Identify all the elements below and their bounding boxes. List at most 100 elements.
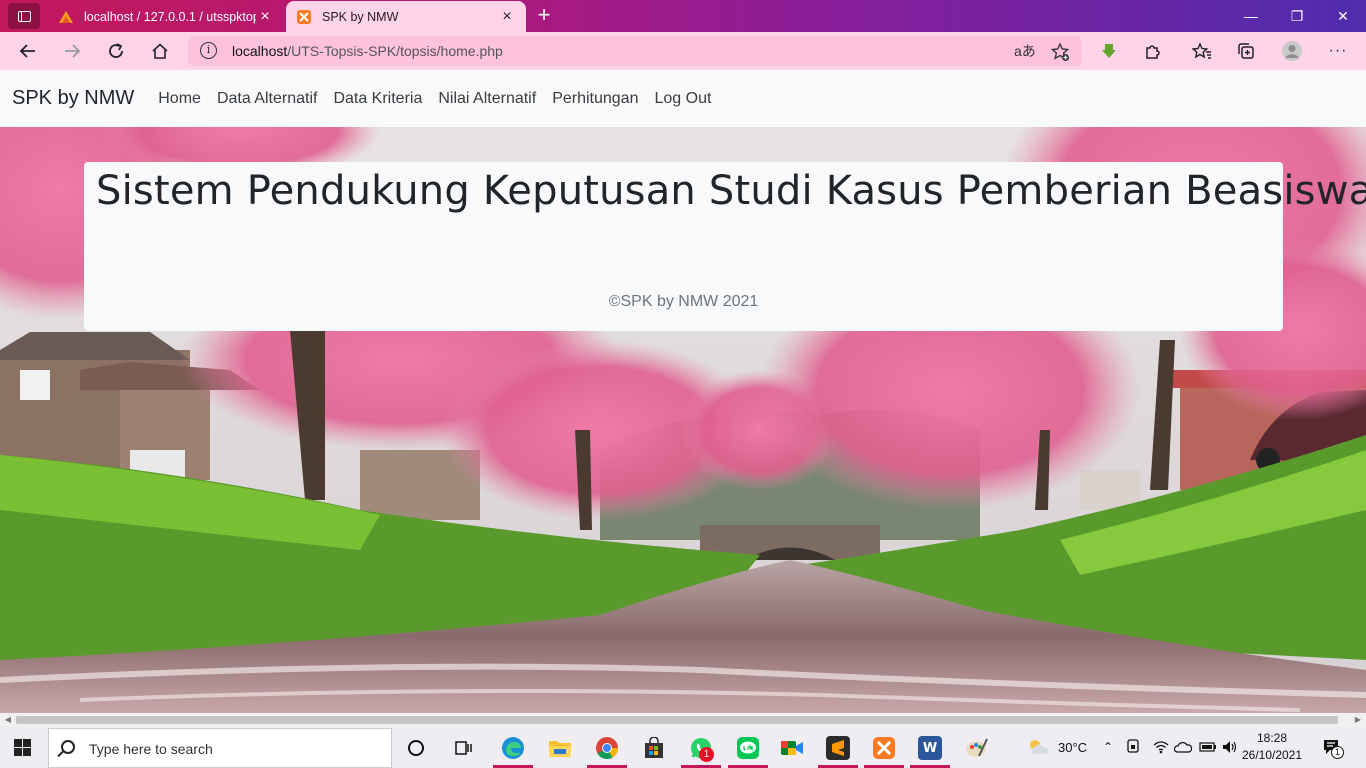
tab-title: localhost / 127.0.0.1 / utsspktopsis xyxy=(84,9,256,24)
tab-close-icon[interactable]: × xyxy=(256,8,274,26)
tab-spk[interactable]: SPK by NMW × xyxy=(286,1,526,32)
tray-overflow-icon[interactable]: ⌃ xyxy=(1103,726,1113,768)
horizontal-scrollbar[interactable]: ◀ ▶ xyxy=(0,713,1366,726)
weather-widget[interactable]: 30°C xyxy=(1026,726,1087,768)
taskbar-whatsapp[interactable]: 1 xyxy=(679,728,723,768)
nav-link-data-kriteria[interactable]: Data Kriteria xyxy=(325,90,430,108)
url-text: localhost/UTS-Topsis-SPK/topsis/home.php xyxy=(232,43,503,59)
taskbar-paint[interactable] xyxy=(955,728,999,768)
taskbar-store[interactable] xyxy=(632,728,676,768)
notification-center-button[interactable]: 1 xyxy=(1322,738,1344,759)
taskbar-file-explorer[interactable] xyxy=(538,728,582,768)
clock-date: 26/10/2021 xyxy=(1241,748,1303,762)
refresh-button[interactable] xyxy=(102,38,130,64)
sidebar-toggle-button[interactable] xyxy=(8,3,40,29)
task-view-button[interactable] xyxy=(441,728,485,768)
xampp-icon xyxy=(873,737,895,759)
nav-link-logout[interactable]: Log Out xyxy=(646,90,719,108)
nav-link-perhitungan[interactable]: Perhitungan xyxy=(544,90,646,108)
new-tab-button[interactable]: + xyxy=(532,3,556,29)
page-title: Sistem Pendukung Keputusan Studi Kasus P… xyxy=(96,168,1366,214)
nav-link-nilai-alternatif[interactable]: Nilai Alternatif xyxy=(430,90,544,108)
cortana-button[interactable] xyxy=(394,728,438,768)
scroll-left-icon[interactable]: ◀ xyxy=(1,713,15,726)
nav-link-home[interactable]: Home xyxy=(150,90,209,108)
extensions-button[interactable] xyxy=(1139,38,1167,64)
back-button[interactable] xyxy=(14,38,42,64)
tab-phpmyadmin[interactable]: localhost / 127.0.0.1 / utsspktopsis × xyxy=(48,1,284,32)
site-navbar: SPK by NMW Home Data Alternatif Data Kri… xyxy=(0,70,1366,127)
tab-title: SPK by NMW xyxy=(322,9,399,24)
scrollbar-thumb[interactable] xyxy=(16,716,1338,724)
nav-link-data-alternatif[interactable]: Data Alternatif xyxy=(209,90,326,108)
download-extension-button[interactable] xyxy=(1095,38,1123,64)
taskbar-chrome[interactable] xyxy=(585,728,629,768)
puzzle-icon xyxy=(1146,45,1160,59)
paint-icon xyxy=(966,738,988,757)
url-host: localhost xyxy=(232,43,288,59)
tray-device-icon[interactable] xyxy=(1126,726,1140,768)
taskbar-meet[interactable] xyxy=(770,728,814,768)
taskbar-edge[interactable] xyxy=(491,728,535,768)
forward-button[interactable] xyxy=(58,38,86,64)
weather-temperature: 30°C xyxy=(1058,739,1088,755)
add-favorite-icon[interactable] xyxy=(1050,42,1070,62)
onedrive-icon[interactable] xyxy=(1174,726,1192,768)
chrome-icon xyxy=(596,737,618,759)
maximize-button[interactable]: ❐ xyxy=(1274,0,1320,32)
notification-count: 1 xyxy=(1331,746,1344,759)
file-explorer-icon xyxy=(549,741,571,757)
collections-button[interactable] xyxy=(1232,38,1260,64)
windows-taskbar: Type here to search 1 W 30°C ⌃ 18:28 26/… xyxy=(0,726,1366,768)
profile-button[interactable] xyxy=(1278,38,1306,64)
volume-icon[interactable] xyxy=(1222,726,1238,768)
site-info-icon[interactable]: i xyxy=(200,42,217,59)
taskbar-sublime[interactable] xyxy=(816,728,860,768)
whatsapp-badge: 1 xyxy=(699,747,714,762)
meet-icon xyxy=(781,741,803,755)
tab-close-icon[interactable]: × xyxy=(498,8,516,26)
xampp-icon xyxy=(297,9,311,24)
read-aloud-icon[interactable]: aあ xyxy=(1014,41,1036,61)
wifi-icon[interactable] xyxy=(1153,726,1169,768)
download-icon xyxy=(1102,44,1116,58)
url-path: /UTS-Topsis-SPK/topsis/home.php xyxy=(287,43,503,59)
browser-toolbar: i localhost/UTS-Topsis-SPK/topsis/home.p… xyxy=(0,32,1366,70)
navbar-brand[interactable]: SPK by NMW xyxy=(12,87,134,110)
address-bar[interactable]: i localhost/UTS-Topsis-SPK/topsis/home.p… xyxy=(188,36,1082,66)
cortana-icon xyxy=(408,740,424,756)
browser-tab-strip: localhost / 127.0.0.1 / utsspktopsis × S… xyxy=(0,0,1366,32)
favorites-icon xyxy=(1192,42,1211,59)
page-viewport: SPK by NMW Home Data Alternatif Data Kri… xyxy=(0,70,1366,713)
store-icon xyxy=(645,737,663,758)
taskbar-clock[interactable]: 18:28 26/10/2021 xyxy=(1240,730,1304,764)
word-icon: W xyxy=(918,736,942,760)
taskbar-word[interactable]: W xyxy=(908,728,952,768)
start-button[interactable] xyxy=(14,739,31,756)
close-window-button[interactable]: ✕ xyxy=(1320,0,1366,32)
page-footer: ©SPK by NMW 2021 xyxy=(608,293,759,310)
task-view-icon xyxy=(455,741,472,755)
search-icon xyxy=(61,740,75,754)
sublime-icon xyxy=(826,736,850,760)
search-placeholder: Type here to search xyxy=(89,741,213,757)
home-icon xyxy=(152,43,168,59)
taskbar-search-box[interactable]: Type here to search xyxy=(48,728,392,768)
minimize-button[interactable]: — xyxy=(1228,0,1274,32)
scroll-right-icon[interactable]: ▶ xyxy=(1351,713,1365,726)
home-button[interactable] xyxy=(146,38,174,64)
forward-arrow-icon xyxy=(65,44,81,58)
edge-icon xyxy=(502,737,524,759)
sidebar-icon xyxy=(17,10,31,22)
taskbar-line[interactable] xyxy=(726,728,770,768)
favorites-button[interactable] xyxy=(1188,38,1216,64)
taskbar-xampp[interactable] xyxy=(862,728,906,768)
phpmyadmin-icon xyxy=(59,10,73,23)
more-menu-button[interactable]: ··· xyxy=(1324,38,1352,64)
weather-cloud-sun-icon xyxy=(1030,740,1049,754)
collections-icon xyxy=(1238,43,1254,59)
refresh-icon xyxy=(109,43,123,58)
clock-time: 18:28 xyxy=(1256,731,1288,745)
back-arrow-icon xyxy=(19,44,35,58)
battery-icon[interactable] xyxy=(1199,726,1217,768)
